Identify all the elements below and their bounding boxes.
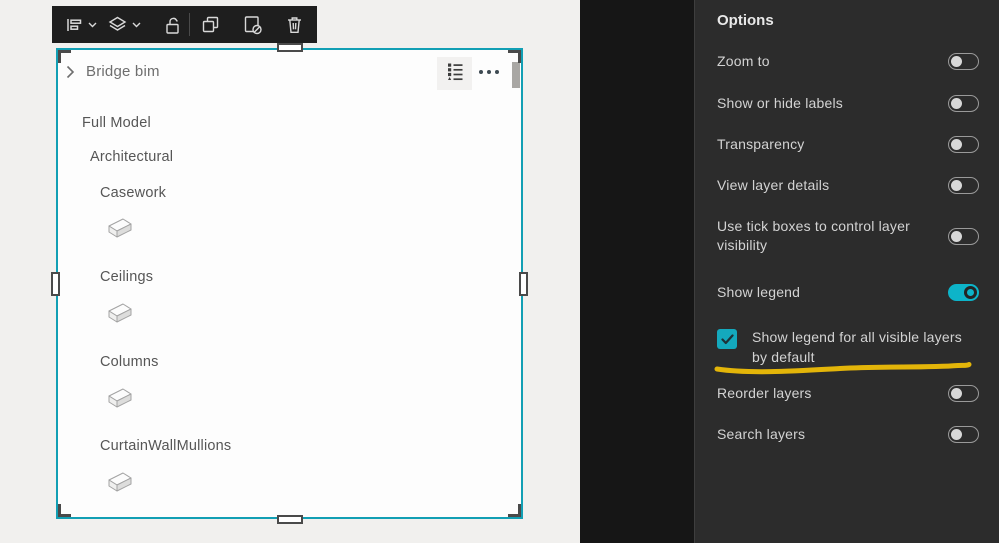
resize-handle-top[interactable]: [277, 43, 303, 52]
toolbar-divider: [189, 13, 190, 36]
setting-row: Show legend for all visible layers by de…: [717, 327, 981, 367]
widget-header: Bridge bim: [58, 50, 521, 94]
transparency-toggle[interactable]: [948, 136, 979, 153]
align-icon: [64, 15, 84, 35]
setting-label: Show or hide labels: [717, 94, 843, 113]
collapse-chevron-icon[interactable]: [66, 65, 75, 84]
layer-item[interactable]: Casework: [100, 185, 166, 201]
setting-label: Transparency: [717, 135, 804, 154]
resize-handle-right[interactable]: [519, 272, 528, 296]
layerlist-widget[interactable]: Bridge bim: [56, 48, 523, 519]
chevron-down-icon: [132, 22, 141, 28]
legend-list-icon: [445, 61, 465, 86]
resize-handle-corner[interactable]: [58, 504, 71, 517]
setting-label: View layer details: [717, 176, 829, 195]
search-layers-toggle[interactable]: [948, 426, 979, 443]
duplicate-icon: [200, 14, 221, 35]
widget-title: Bridge bim: [86, 63, 160, 80]
setting-label: Use tick boxes to control layer visibili…: [717, 217, 938, 255]
setting-row: Show or hide labels: [717, 94, 979, 113]
legend-swatch-icon: [106, 216, 134, 245]
resize-handle-corner[interactable]: [58, 50, 71, 63]
resize-handle-left[interactable]: [51, 272, 60, 296]
show-legend-toggle[interactable]: [948, 284, 979, 301]
layer-item[interactable]: Architectural: [90, 149, 173, 165]
layers-icon: [107, 15, 128, 34]
layer-item[interactable]: Columns: [100, 354, 159, 370]
chevron-down-icon: [88, 22, 97, 28]
panel-title: Options: [717, 12, 774, 29]
unlock-icon: [162, 15, 183, 35]
scrollbar-thumb[interactable]: [512, 62, 520, 88]
setting-label: Show legend for all visible layers by de…: [752, 327, 980, 367]
save-as-template-icon: [241, 14, 263, 35]
ellipsis-dot: [495, 70, 499, 74]
save-as-template-button[interactable]: [241, 6, 263, 43]
legend-swatch-icon: [106, 386, 134, 415]
setting-row: Transparency: [717, 135, 979, 154]
reorder-layers-toggle[interactable]: [948, 385, 979, 402]
legend-swatch-icon: [106, 470, 134, 499]
unlock-button[interactable]: [162, 6, 183, 43]
zoom-to-toggle[interactable]: [948, 53, 979, 70]
panel-gap: [580, 0, 694, 543]
ellipsis-dot: [487, 70, 491, 74]
delete-button[interactable]: [284, 6, 305, 43]
options-panel: Options Zoom to Show or hide labels Tran…: [694, 0, 999, 543]
setting-row: Use tick boxes to control layer visibili…: [717, 217, 979, 255]
setting-row: Reorder layers: [717, 384, 979, 403]
setting-row: Show legend: [717, 283, 979, 302]
resize-handle-corner[interactable]: [508, 50, 521, 63]
trash-icon: [284, 14, 305, 35]
legend-swatch-icon: [106, 301, 134, 330]
arrange-layers-button[interactable]: [107, 6, 141, 43]
ellipsis-dot: [479, 70, 483, 74]
legend-list-button[interactable]: [437, 57, 472, 90]
layer-item[interactable]: CurtainWallMullions: [100, 438, 231, 454]
widget-toolbar: [52, 6, 317, 43]
setting-row: Zoom to: [717, 52, 979, 71]
more-options-button[interactable]: [479, 70, 499, 74]
resize-handle-corner[interactable]: [508, 504, 521, 517]
layer-item[interactable]: Ceilings: [100, 269, 153, 285]
show-hide-labels-toggle[interactable]: [948, 95, 979, 112]
setting-row: Search layers: [717, 425, 979, 444]
view-layer-details-toggle[interactable]: [948, 177, 979, 194]
setting-label: Reorder layers: [717, 384, 812, 403]
setting-label: Show legend: [717, 283, 800, 302]
setting-row: View layer details: [717, 176, 979, 195]
setting-label: Zoom to: [717, 52, 770, 71]
setting-label: Search layers: [717, 425, 805, 444]
duplicate-button[interactable]: [200, 6, 221, 43]
design-canvas: Bridge bim: [0, 0, 580, 543]
show-legend-default-checkbox[interactable]: [717, 329, 737, 349]
tick-boxes-toggle[interactable]: [948, 228, 979, 245]
layer-item[interactable]: Full Model: [82, 115, 151, 131]
align-button[interactable]: [64, 6, 97, 43]
resize-handle-bottom[interactable]: [277, 515, 303, 524]
